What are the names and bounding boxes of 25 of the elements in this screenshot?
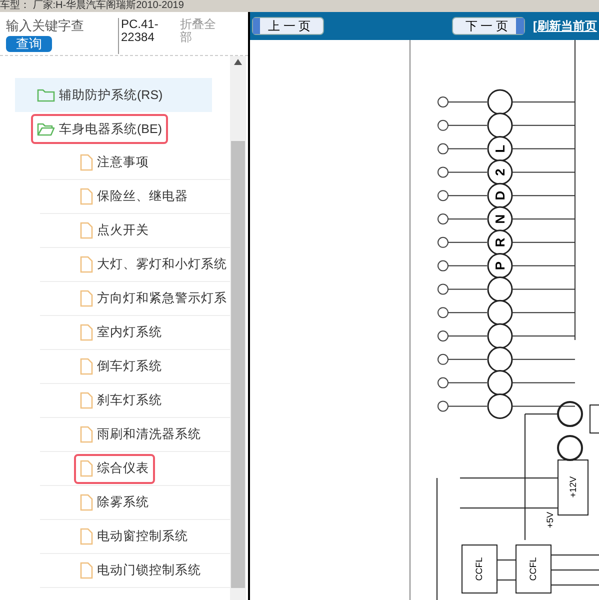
document-icon — [80, 392, 93, 409]
refresh-page-link[interactable]: [刷新当前页 — [533, 17, 597, 35]
document-icon — [80, 358, 93, 375]
document-icon — [80, 494, 93, 511]
document-icon — [80, 256, 93, 273]
document-icon — [80, 154, 93, 171]
document-icon — [80, 222, 93, 239]
folder-icon — [37, 88, 55, 102]
code-text: PC.41-22384 — [121, 18, 160, 44]
document-icon — [80, 188, 93, 205]
document-icon — [80, 562, 93, 579]
search-label: 输入关键字查 — [6, 18, 84, 34]
document-icon — [80, 460, 93, 477]
document-icon — [80, 290, 93, 307]
previous-page-button[interactable]: 上 一 页 — [252, 17, 324, 35]
document-icon — [80, 426, 93, 443]
scrollbar-thumb[interactable] — [231, 141, 245, 588]
document-icon — [80, 528, 93, 545]
tree-item[interactable]: 辅助防护系统(RS) — [15, 78, 212, 112]
folder-icon — [37, 122, 55, 136]
next-page-button[interactable]: 下 一 页 — [452, 17, 525, 35]
search-button[interactable]: 查询 — [6, 36, 52, 52]
wiring-diagram-drawing: L 2 D N R P +12V +5V CCFL CCFL — [250, 40, 599, 600]
scroll-up-icon[interactable] — [234, 58, 242, 65]
document-icon — [80, 324, 93, 341]
